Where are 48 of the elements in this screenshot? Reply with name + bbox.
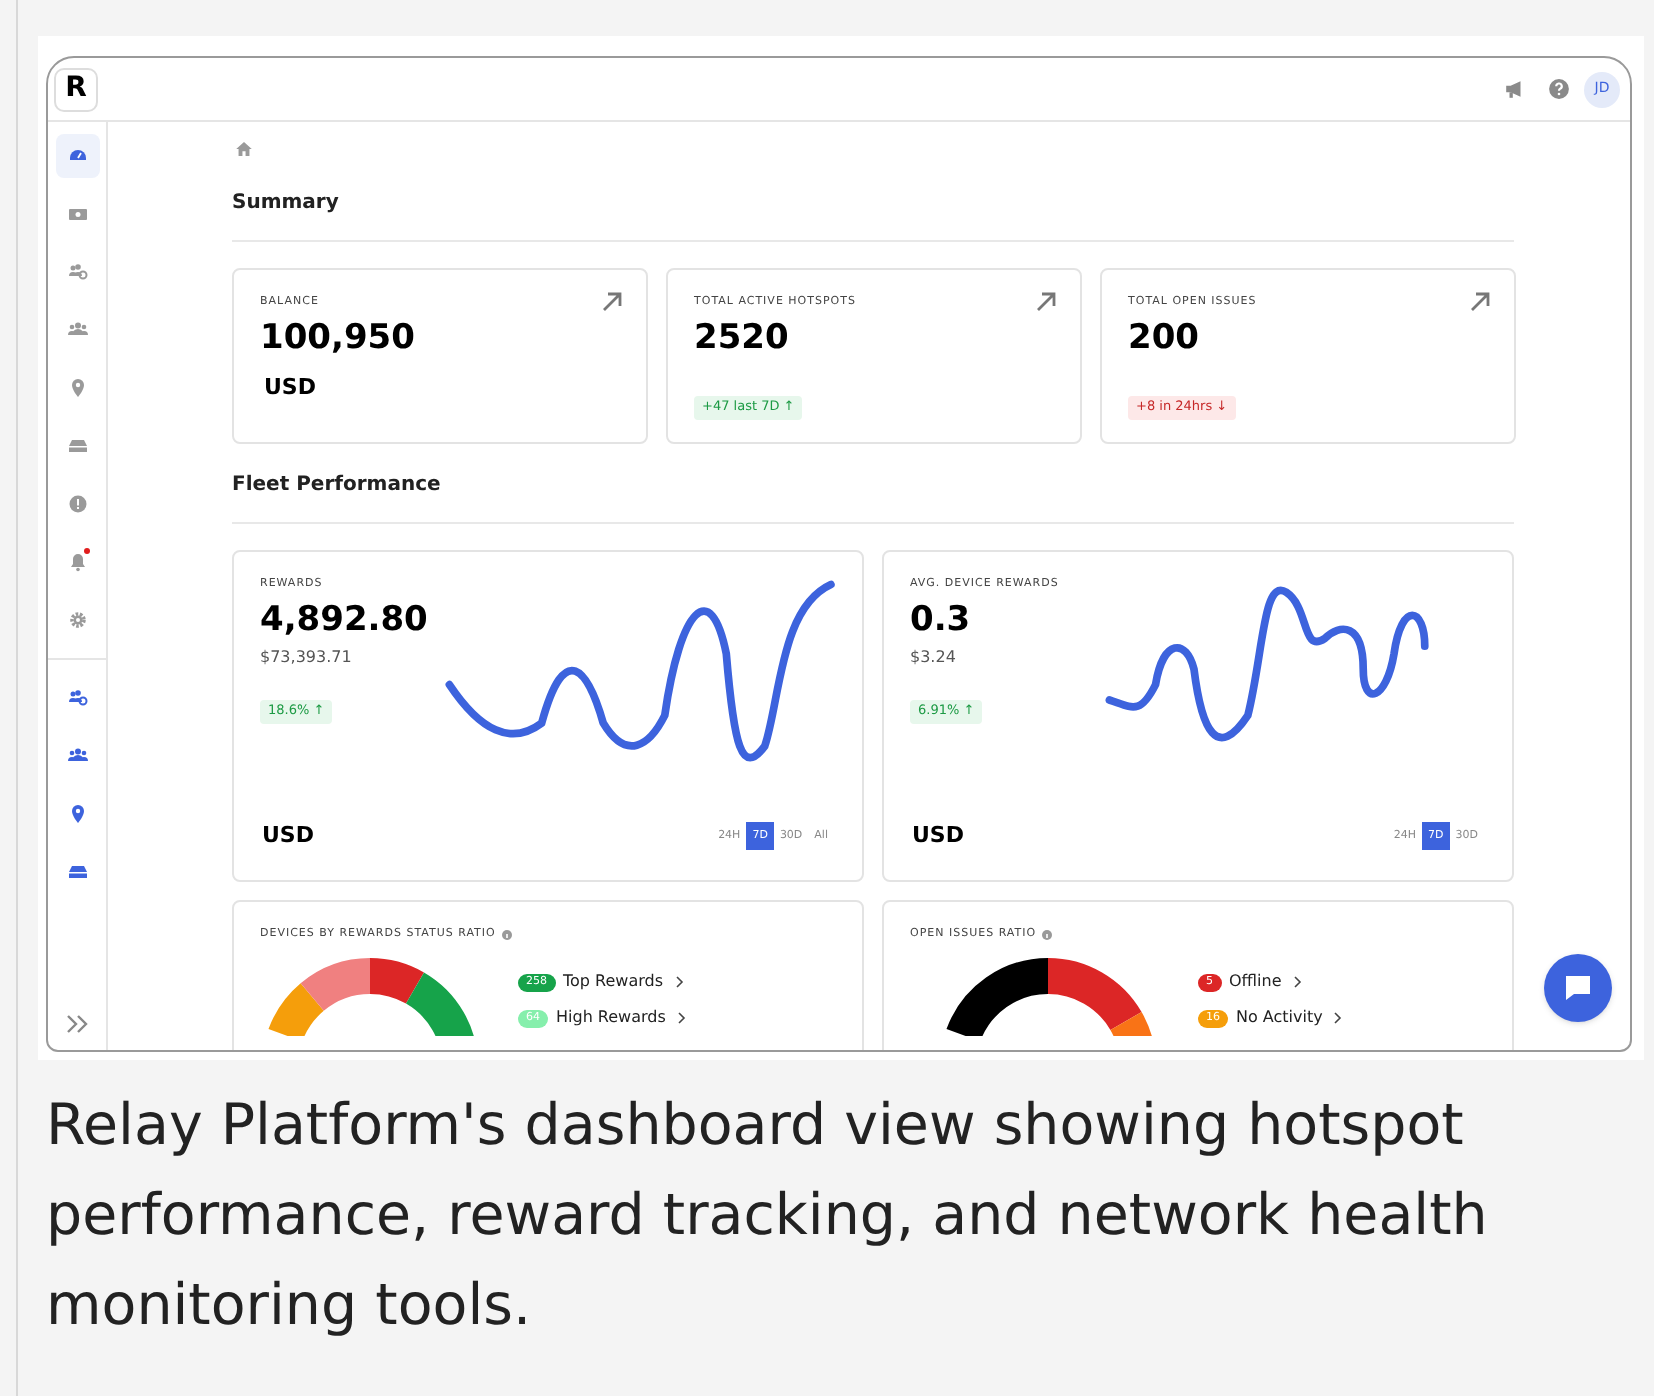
chevron-right-icon <box>1293 976 1302 988</box>
logo[interactable]: R <box>54 67 98 111</box>
drive-icon <box>67 862 87 882</box>
section-title: Summary <box>232 188 1514 242</box>
arrow-icon[interactable] <box>1470 292 1490 312</box>
legend-label: High Rewards <box>556 1006 666 1030</box>
banknote-icon <box>67 204 87 224</box>
info-icon[interactable] <box>1042 929 1053 940</box>
chevron-right-icon <box>677 1012 686 1024</box>
legend-label: Offline <box>1229 970 1282 994</box>
sidebar-item[interactable] <box>55 134 99 178</box>
chevron-right-icon <box>675 976 684 988</box>
home-icon[interactable] <box>236 142 252 156</box>
chevron-right-icon <box>1334 1012 1343 1024</box>
legend-label: No Activity <box>1236 1006 1323 1030</box>
section-title: Fleet Performance <box>232 470 1514 524</box>
arrow-icon[interactable] <box>1036 292 1056 312</box>
fiat-value: $73,393.71 <box>260 646 354 671</box>
chat-button[interactable] <box>1544 954 1612 1022</box>
help-icon <box>1547 78 1569 100</box>
caption: Relay Platform's dashboard view showing hotspot performance, reward tracking, and network health monitoring tools. <box>46 1090 1490 1342</box>
double-chevron-icon <box>65 1014 89 1034</box>
unit-label: USD <box>262 819 316 851</box>
unit-label: USD <box>912 819 966 851</box>
users-icon <box>67 746 87 766</box>
card-value: 2520 <box>694 316 791 361</box>
arrow-icon[interactable] <box>602 292 622 312</box>
fiat-value: $3.24 <box>910 646 958 671</box>
settings-icon <box>67 610 87 630</box>
map-pin-icon <box>67 378 87 398</box>
card-value: 0.3 <box>910 598 973 643</box>
card-value: 100,950 <box>260 316 417 361</box>
unit-label: USD <box>264 372 318 405</box>
drive-icon <box>67 436 87 456</box>
map-pin-icon <box>67 804 87 824</box>
legend-label: Top Rewards <box>563 970 664 994</box>
users-gear-icon <box>67 262 87 282</box>
alert-icon <box>67 494 87 514</box>
bell-icon <box>67 552 87 572</box>
collapse-button[interactable] <box>61 1010 93 1038</box>
info-icon[interactable] <box>501 929 512 940</box>
chat-bubble-icon <box>1562 972 1594 1004</box>
megaphone-icon <box>1503 78 1525 100</box>
gauge-icon <box>67 146 87 166</box>
users-gear-icon <box>67 688 87 708</box>
users-icon <box>67 320 87 340</box>
card-value: 200 <box>1128 316 1201 361</box>
card-value: 4,892.80 <box>260 598 430 643</box>
